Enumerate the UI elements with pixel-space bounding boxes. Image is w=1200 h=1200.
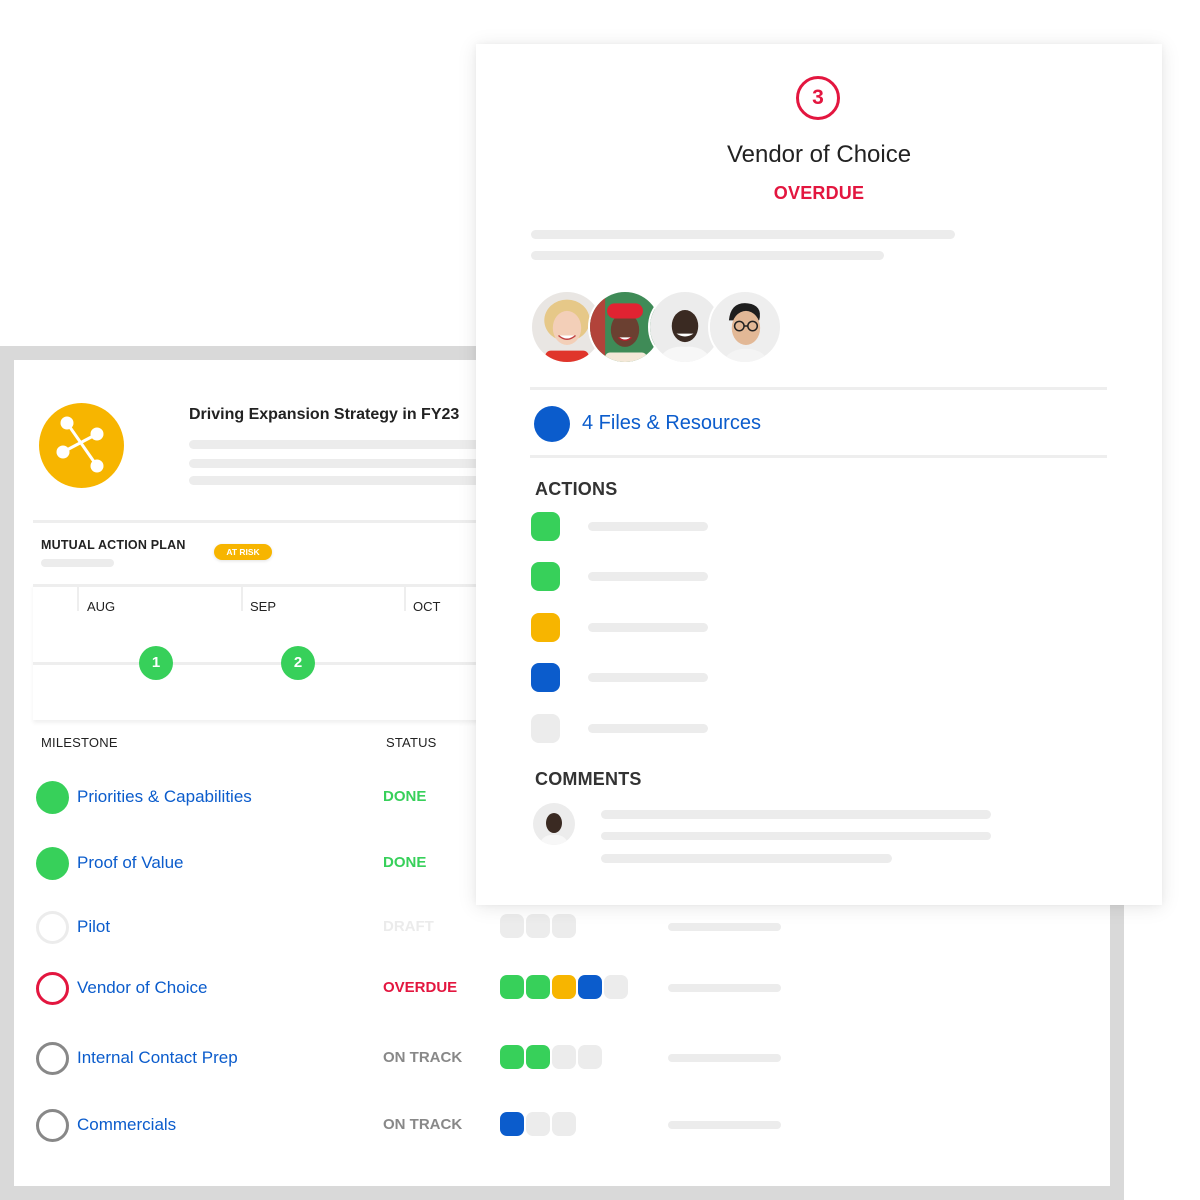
milestone-placeholder-line bbox=[668, 1121, 781, 1129]
milestone-status: DONE bbox=[383, 788, 427, 805]
timeline-milestone-node[interactable]: 2 bbox=[281, 646, 315, 680]
action-status-checkbox[interactable] bbox=[531, 714, 560, 743]
timeline-month-label: OCT bbox=[413, 599, 441, 614]
action-progress bbox=[500, 914, 576, 938]
milestone-status-icon bbox=[36, 781, 69, 814]
timeline-month-separator bbox=[404, 587, 406, 611]
milestone-column-header[interactable]: MILESTONE bbox=[41, 735, 118, 750]
milestone-placeholder-line bbox=[668, 984, 781, 992]
action-progress-segment bbox=[500, 1112, 524, 1136]
comment-text-placeholder bbox=[601, 832, 991, 840]
network-hub-icon bbox=[39, 403, 124, 488]
description-placeholder-line bbox=[189, 476, 489, 485]
action-progress-segment bbox=[604, 975, 628, 999]
timeline-month-label: AUG bbox=[87, 599, 116, 614]
milestone-name-link[interactable]: Proof of Value bbox=[77, 853, 183, 873]
action-progress-segment bbox=[526, 1045, 550, 1069]
action-text-placeholder bbox=[588, 673, 708, 682]
detail-status: OVERDUE bbox=[773, 183, 865, 203]
action-item[interactable] bbox=[531, 562, 731, 592]
milestone-placeholder-line bbox=[668, 923, 781, 931]
action-progress-segment bbox=[552, 1112, 576, 1136]
description-placeholder-line bbox=[189, 459, 489, 468]
action-text-placeholder bbox=[588, 623, 708, 632]
milestone-status: ON TRACK bbox=[383, 1049, 463, 1066]
action-text-placeholder bbox=[588, 522, 708, 531]
action-item[interactable] bbox=[531, 613, 731, 643]
milestone-timeline: AUG SEP OCT 1 2 bbox=[33, 584, 493, 720]
files-icon bbox=[534, 406, 570, 442]
action-progress-segment bbox=[578, 1045, 602, 1069]
comment-text-placeholder bbox=[601, 810, 991, 819]
milestone-status-icon bbox=[36, 847, 69, 880]
comment-text-placeholder bbox=[601, 854, 892, 863]
detail-description-placeholder bbox=[531, 230, 955, 239]
milestone-placeholder-line bbox=[668, 1054, 781, 1062]
milestone-status: OVERDUE bbox=[383, 979, 458, 996]
at-risk-badge: AT RISK bbox=[214, 544, 272, 560]
action-text-placeholder bbox=[588, 572, 708, 581]
milestone-name-link[interactable]: Internal Contact Prep bbox=[77, 1048, 238, 1068]
action-item[interactable] bbox=[531, 512, 731, 542]
action-status-checkbox[interactable] bbox=[531, 512, 560, 541]
milestone-status-icon bbox=[36, 1042, 69, 1075]
milestone-status-icon bbox=[36, 972, 69, 1005]
card-divider bbox=[530, 455, 1107, 458]
milestone-name-link[interactable]: Commercials bbox=[77, 1115, 176, 1135]
action-progress bbox=[500, 1045, 602, 1069]
action-status-checkbox[interactable] bbox=[531, 562, 560, 591]
milestone-row[interactable]: Internal Contact Prep ON TRACK bbox=[0, 1041, 1096, 1081]
detail-title: Vendor of Choice bbox=[726, 141, 912, 168]
action-text-placeholder bbox=[588, 724, 708, 733]
step-number-badge: 3 bbox=[796, 76, 840, 120]
timeline-month-label: SEP bbox=[250, 599, 277, 614]
timeline-month-separator bbox=[241, 587, 243, 611]
milestone-status-icon bbox=[36, 911, 69, 944]
milestone-status: DONE bbox=[383, 854, 427, 871]
milestone-status: DRAFT bbox=[383, 918, 434, 935]
avatar[interactable] bbox=[708, 290, 782, 364]
milestone-name-link[interactable]: Vendor of Choice bbox=[77, 978, 207, 998]
comment-author-avatar[interactable] bbox=[533, 803, 575, 845]
files-resources-link[interactable]: 4 Files & Resources bbox=[582, 412, 761, 435]
action-status-checkbox[interactable] bbox=[531, 663, 560, 692]
actions-heading: ACTIONS bbox=[535, 479, 618, 499]
comments-heading: COMMENTS bbox=[535, 769, 642, 789]
timeline-milestone-node[interactable]: 1 bbox=[139, 646, 173, 680]
action-progress-segment bbox=[526, 1112, 550, 1136]
action-progress-segment bbox=[578, 975, 602, 999]
detail-description-placeholder bbox=[531, 251, 884, 260]
status-column-header[interactable]: STATUS bbox=[386, 735, 437, 750]
action-progress-segment bbox=[552, 1045, 576, 1069]
action-progress bbox=[500, 975, 628, 999]
action-status-checkbox[interactable] bbox=[531, 613, 560, 642]
action-progress-segment bbox=[526, 914, 550, 938]
mutual-action-plan-label: MUTUAL ACTION PLAN bbox=[41, 538, 186, 552]
milestone-name-link[interactable]: Priorities & Capabilities bbox=[77, 787, 252, 807]
plan-title: Driving Expansion Strategy in FY23 bbox=[189, 406, 460, 423]
timeline-axis bbox=[33, 662, 493, 665]
action-progress-segment bbox=[500, 1045, 524, 1069]
action-progress-segment bbox=[552, 975, 576, 999]
milestone-name-link[interactable]: Pilot bbox=[77, 917, 110, 937]
action-progress-segment bbox=[552, 914, 576, 938]
timeline-month-separator bbox=[77, 587, 79, 611]
subtitle-placeholder-line bbox=[41, 559, 114, 567]
description-placeholder-line bbox=[189, 440, 489, 449]
milestone-status-icon bbox=[36, 1109, 69, 1142]
milestone-row[interactable]: Commercials ON TRACK bbox=[0, 1108, 1096, 1148]
milestone-row[interactable]: Vendor of Choice OVERDUE bbox=[0, 971, 1096, 1011]
action-item[interactable] bbox=[531, 663, 731, 693]
milestone-status: ON TRACK bbox=[383, 1116, 463, 1133]
action-progress bbox=[500, 1112, 576, 1136]
card-divider bbox=[530, 387, 1107, 390]
action-progress-segment bbox=[526, 975, 550, 999]
milestone-row[interactable]: Pilot DRAFT bbox=[0, 910, 1096, 950]
action-item[interactable] bbox=[531, 714, 731, 744]
action-progress-segment bbox=[500, 975, 524, 999]
section-divider bbox=[33, 520, 493, 523]
action-progress-segment bbox=[500, 914, 524, 938]
